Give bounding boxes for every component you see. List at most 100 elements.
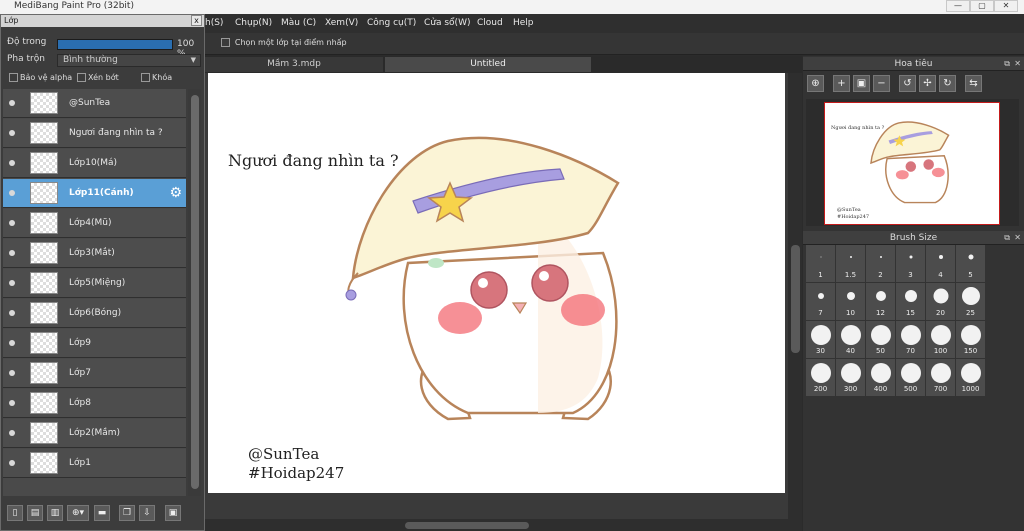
folder-icon[interactable]: ▬	[94, 505, 110, 521]
gear-icon[interactable]: ⚙	[169, 185, 182, 201]
tab-untitled[interactable]: Untitled	[385, 57, 591, 72]
reset-rotation-icon[interactable]: ✢	[919, 75, 936, 92]
layer-item[interactable]: Lớp6(Bóng)	[3, 299, 186, 328]
brush-size-cell[interactable]: 15	[896, 283, 925, 320]
layer-item[interactable]: Ngươi đang nhìn ta ?	[3, 119, 186, 148]
brush-size-cell[interactable]: 400	[866, 359, 895, 396]
brush-size-cell[interactable]: 2	[866, 245, 895, 282]
flip-horizontal-icon[interactable]: ⇆	[965, 75, 982, 92]
layer-panel-close-button[interactable]: x	[191, 15, 202, 26]
eye-icon[interactable]	[9, 430, 15, 436]
duplicate-layer-icon[interactable]: ❐	[119, 505, 135, 521]
add-layer-dropdown-icon[interactable]: ⊕▾	[67, 505, 89, 521]
brush-size-cell[interactable]: 500	[896, 359, 925, 396]
menu-item-window[interactable]: Cửa sổ(W)	[424, 18, 470, 28]
lock-option[interactable]: Khóa	[141, 73, 172, 83]
brush-size-cell[interactable]: 40	[836, 321, 865, 358]
new-8bit-layer-icon[interactable]: ▥	[47, 505, 63, 521]
layer-item[interactable]: @SunTea	[3, 89, 186, 118]
brush-size-cell[interactable]: 200	[806, 359, 835, 396]
layer-item[interactable]: Lớp9	[3, 329, 186, 358]
layer-item[interactable]: Lớp5(Miệng)	[3, 269, 186, 298]
delete-layer-icon[interactable]: ▣	[165, 505, 181, 521]
brush-size-cell[interactable]: 3	[896, 245, 925, 282]
menu-item-help[interactable]: Help	[513, 18, 534, 28]
maximize-button[interactable]: ▢	[970, 0, 994, 12]
zoom-icon[interactable]: ⊕	[807, 75, 824, 92]
eye-icon[interactable]	[9, 220, 15, 226]
canvas-horizontal-scrollbar[interactable]	[205, 519, 802, 531]
brush-size-cell[interactable]: 5	[956, 245, 985, 282]
merge-down-icon[interactable]: ⇩	[139, 505, 155, 521]
rotate-left-icon[interactable]: ↺	[899, 75, 916, 92]
layer-list-scrollbar[interactable]	[188, 89, 201, 496]
drawing-canvas[interactable]: Ngươi đang nhìn ta ? @SunTea #Hoidap247	[208, 73, 785, 493]
clipping-checkbox[interactable]	[77, 73, 86, 82]
brush-size-cell[interactable]: 4	[926, 245, 955, 282]
layer-item[interactable]: Lớp4(Mũ)	[3, 209, 186, 238]
brush-size-cell[interactable]: 1	[806, 245, 835, 282]
layer-item[interactable]: Lớp7	[3, 359, 186, 388]
eye-icon[interactable]	[9, 280, 15, 286]
eye-icon[interactable]	[9, 310, 15, 316]
eye-icon[interactable]	[9, 100, 15, 106]
close-icon[interactable]: ✕	[1014, 231, 1021, 245]
pick-layer-option[interactable]: Chọn một lớp tại điểm nhấp	[221, 38, 347, 48]
brush-size-cell[interactable]: 7	[806, 283, 835, 320]
layer-item[interactable]: Lớp8	[3, 389, 186, 418]
brush-size-cell[interactable]: 1000	[956, 359, 985, 396]
brush-size-cell[interactable]: 20	[926, 283, 955, 320]
eye-icon[interactable]	[9, 400, 15, 406]
lock-checkbox[interactable]	[141, 73, 150, 82]
vertical-scroll-thumb[interactable]	[791, 245, 800, 353]
new-1bit-layer-icon[interactable]: ▤	[27, 505, 43, 521]
menu-item-tools[interactable]: Công cụ(T)	[367, 18, 416, 28]
clipping-option[interactable]: Xén bớt	[77, 73, 119, 83]
layer-scroll-thumb[interactable]	[191, 95, 199, 489]
minimize-button[interactable]: —	[946, 0, 970, 12]
menu-item-color[interactable]: Màu (C)	[281, 18, 316, 28]
menu-item-cloud[interactable]: Cloud	[477, 18, 503, 28]
blend-mode-select[interactable]: Bình thường ▼	[57, 54, 201, 67]
pick-layer-checkbox[interactable]	[221, 38, 230, 47]
brush-size-cell[interactable]: 150	[956, 321, 985, 358]
eye-icon[interactable]	[9, 250, 15, 256]
eye-icon[interactable]	[9, 160, 15, 166]
eye-icon[interactable]	[9, 190, 15, 196]
close-icon[interactable]: ✕	[1014, 57, 1021, 71]
layer-item[interactable]: Lớp1	[3, 449, 186, 478]
brush-size-cell[interactable]: 300	[836, 359, 865, 396]
brush-size-cell[interactable]: 10	[836, 283, 865, 320]
protect-alpha-checkbox[interactable]	[9, 73, 18, 82]
eye-icon[interactable]	[9, 130, 15, 136]
zoom-out-icon[interactable]: −	[873, 75, 890, 92]
new-layer-icon[interactable]: ▯	[7, 505, 23, 521]
brush-size-cell[interactable]: 30	[806, 321, 835, 358]
opacity-slider[interactable]	[57, 39, 173, 50]
layer-item[interactable]: Lớp3(Mắt)	[3, 239, 186, 268]
brush-size-cell[interactable]: 25	[956, 283, 985, 320]
rotate-right-icon[interactable]: ↻	[939, 75, 956, 92]
eye-icon[interactable]	[9, 370, 15, 376]
navigator-preview[interactable]: Ngươi đang nhìn ta ? @SunTea #Hoidap247	[806, 99, 1019, 226]
protect-alpha-option[interactable]: Bảo vệ alpha	[9, 73, 72, 83]
popout-icon[interactable]: ⧉	[1004, 57, 1010, 71]
brush-size-cell[interactable]: 100	[926, 321, 955, 358]
brush-size-cell[interactable]: 50	[866, 321, 895, 358]
zoom-in-icon[interactable]: +	[833, 75, 850, 92]
menu-item-selection[interactable]: h(S)	[205, 18, 223, 28]
brush-size-cell[interactable]: 700	[926, 359, 955, 396]
layer-item[interactable]: Lớp2(Mầm)	[3, 419, 186, 448]
tab-mam3[interactable]: Mầm 3.mdp	[205, 57, 383, 72]
brush-size-cell[interactable]: 70	[896, 321, 925, 358]
horizontal-scroll-thumb[interactable]	[405, 522, 529, 529]
brush-size-cell[interactable]: 12	[866, 283, 895, 320]
eye-icon[interactable]	[9, 460, 15, 466]
brush-size-cell[interactable]: 1.5	[836, 245, 865, 282]
fit-screen-icon[interactable]: ▣	[853, 75, 870, 92]
close-button[interactable]: ✕	[994, 0, 1018, 12]
menu-item-view[interactable]: Xem(V)	[325, 18, 358, 28]
layer-item[interactable]: Lớp10(Má)	[3, 149, 186, 178]
layer-item-selected[interactable]: Lớp11(Cánh) ⚙	[3, 179, 186, 208]
eye-icon[interactable]	[9, 340, 15, 346]
